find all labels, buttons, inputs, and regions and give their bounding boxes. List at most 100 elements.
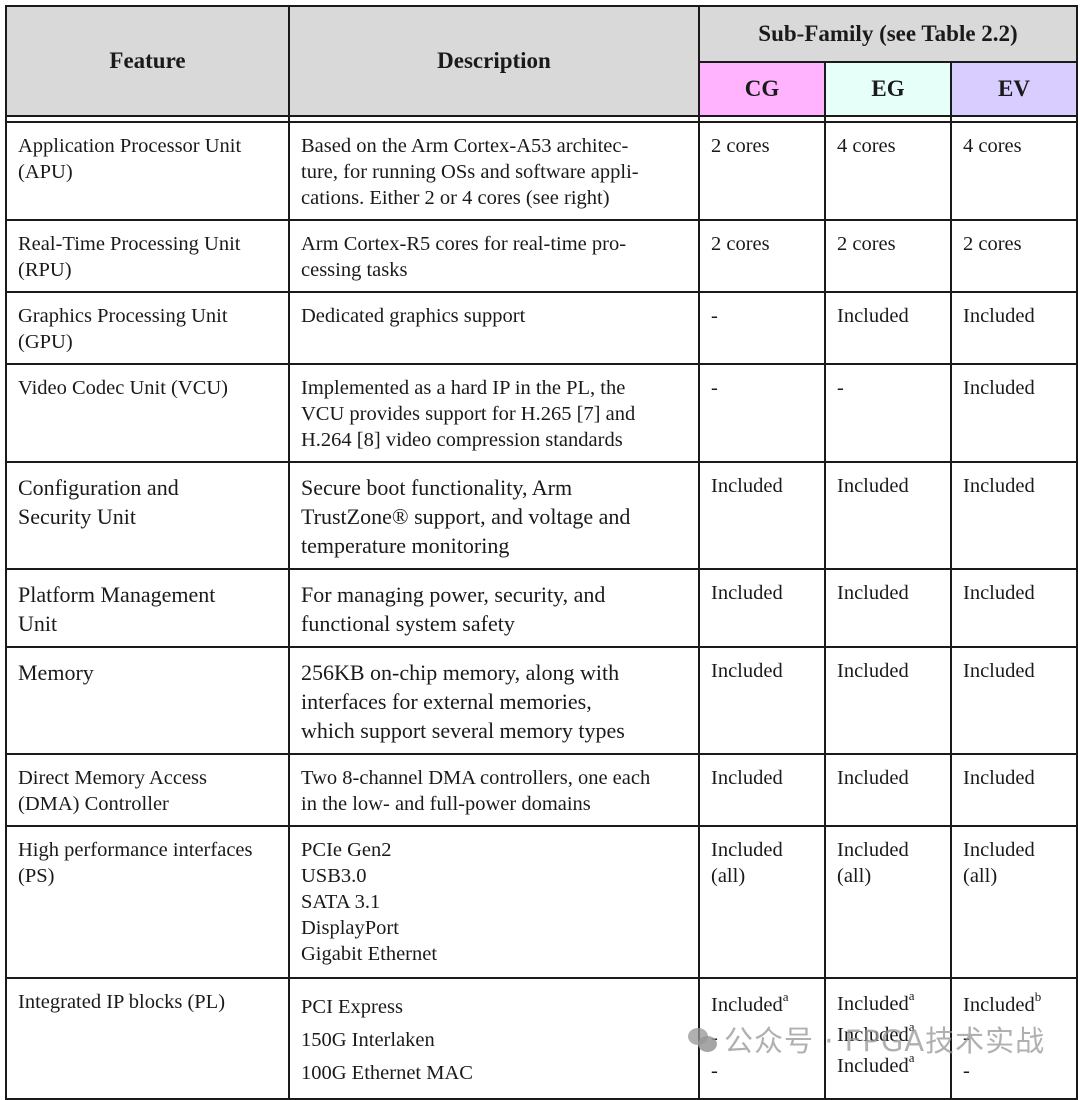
value-text: Included <box>837 660 909 682</box>
value-text: Included <box>963 660 1035 682</box>
description-cell: PCIe Gen2 USB3.0 SATA 3.1 DisplayPort Gigabi… <box>288 825 700 979</box>
value-cell-cg: - <box>698 291 826 365</box>
description-line: PCI Express <box>301 996 403 1018</box>
feature-cell: Configuration and Security Unit <box>5 461 290 570</box>
value-cell-ev: Included <box>949 753 1079 827</box>
value-text: Included <box>837 475 909 497</box>
feature-line: Platform Management <box>18 582 216 607</box>
feature-line: (DMA) Controller <box>18 793 169 815</box>
value-text: 2 cores <box>711 135 770 157</box>
value-text: Included <box>711 475 783 497</box>
table-row: Application Processor Unit (APU) Based on … <box>5 121 1079 221</box>
header-ev: EV <box>949 61 1079 117</box>
feature-cell: Application Processor Unit (APU) <box>5 121 290 221</box>
feature-table: Feature Description Sub-Family (see Tabl… <box>5 5 1079 1100</box>
value-text: 4 cores <box>837 135 896 157</box>
value-cell-eg: Included <box>824 461 952 570</box>
description-cell: Based on the Arm Cortex-A53 architec-tur… <box>288 121 700 221</box>
feature-cell: Memory <box>5 646 290 755</box>
feature-line: Application Processor Unit <box>18 135 242 157</box>
value-text: 2 cores <box>837 233 896 255</box>
description-cell: Implemented as a hard IP in the PL, the V… <box>288 363 700 463</box>
feature-line: (PS) <box>18 865 55 887</box>
description-line: For managing power, security, and <box>301 582 606 607</box>
description-line: 256KB on-chip memory, along with <box>301 660 620 685</box>
value-cell-cg: - <box>698 363 826 463</box>
table-row: Graphics Processing Unit (GPU) Dedicated g… <box>5 291 1079 365</box>
value-line: (all) <box>711 865 746 887</box>
value-text: - <box>963 1060 970 1082</box>
description-line: PCIe Gen2 <box>301 839 392 861</box>
value-text: - <box>711 377 718 399</box>
table-row: High performance interfaces (PS) PCIe Gen2… <box>5 825 1079 979</box>
table-row: Real-Time Processing Unit (RPU) Arm Cortex… <box>5 219 1079 293</box>
table-row: Configuration and Security Unit Secure boo… <box>5 461 1079 570</box>
description-line: SATA 3.1 <box>301 891 381 913</box>
value-text: Included <box>963 582 1035 604</box>
description-line: Two 8-channel DMA controllers, one each <box>301 767 651 789</box>
value-line: (all) <box>837 865 872 887</box>
table-row: Video Codec Unit (VCU) Implemented as a h… <box>5 363 1079 463</box>
value-text: Included <box>837 582 909 604</box>
value-text: - <box>711 305 718 327</box>
description-cell: Arm Cortex-R5 cores for real-time pro-ce… <box>288 219 700 293</box>
feature-line: High performance interfaces <box>18 839 253 861</box>
value-text: - <box>837 377 844 399</box>
value-text: Included <box>711 994 783 1016</box>
feature-cell: Video Codec Unit (VCU) <box>5 363 290 463</box>
value-line: Included <box>711 839 783 861</box>
table-body: Application Processor Unit (APU) Based on … <box>5 121 1079 1100</box>
description-cell: For managing power, security, and functio… <box>288 568 700 648</box>
description-cell: 256KB on-chip memory, along with interfac… <box>288 646 700 755</box>
value-cell-cg: Included (all) <box>698 825 826 979</box>
value-cell-ev: Included <box>949 646 1079 755</box>
feature-line: (RPU) <box>18 259 72 281</box>
description-cell: Two 8-channel DMA controllers, one each i… <box>288 753 700 827</box>
value-text: Included <box>711 582 783 604</box>
feature-line: Security Unit <box>18 504 136 529</box>
value-text: Included <box>963 377 1035 399</box>
value-text: 2 cores <box>711 233 770 255</box>
description-line: USB3.0 <box>301 865 367 887</box>
wechat-icon <box>688 1028 718 1054</box>
description-line: which support several memory types <box>301 718 625 743</box>
value-text: 4 cores <box>963 135 1022 157</box>
description-line: Gigabit Ethernet <box>301 943 438 965</box>
description-cell: Dedicated graphics support <box>288 291 700 365</box>
feature-line: (GPU) <box>18 331 73 353</box>
value-text: Included <box>837 767 909 789</box>
description-line: Based on the Arm Cortex-A53 architec- <box>301 135 629 157</box>
feature-line: Graphics Processing Unit <box>18 305 228 327</box>
description-line: 150G Interlaken <box>301 1029 435 1051</box>
header-eg: EG <box>824 61 952 117</box>
value-cell-cg: Included <box>698 753 826 827</box>
value-text: Included <box>963 767 1035 789</box>
description-line: 100G Ethernet MAC <box>301 1062 473 1084</box>
value-cell-ev: Included <box>949 291 1079 365</box>
description-line: cations. Either 2 or 4 cores (see right) <box>301 187 610 209</box>
value-cell-cg: 2 cores <box>698 219 826 293</box>
description-line: Dedicated graphics support <box>301 305 526 327</box>
description-line: TrustZone® support, and voltage and <box>301 504 631 529</box>
feature-line: Memory <box>18 660 94 685</box>
footnote-marker: a <box>908 988 915 1004</box>
description-line: Secure boot functionality, Arm <box>301 475 573 500</box>
value-text: Included <box>711 767 783 789</box>
value-text: Included <box>837 993 909 1015</box>
table-row: Platform Management Unit For managing powe… <box>5 568 1079 648</box>
footnote-marker: b <box>1034 989 1042 1005</box>
footnote-marker: a <box>782 989 789 1005</box>
value-cell-eg: Included (all) <box>824 825 952 979</box>
description-line: ture, for running OSs and software appli… <box>301 161 639 183</box>
description-cell: Secure boot functionality, Arm TrustZone®… <box>288 461 700 570</box>
value-cell-ev: Included <box>949 568 1079 648</box>
value-cell-ev: 2 cores <box>949 219 1079 293</box>
feature-cell: Integrated IP blocks (PL) <box>5 977 290 1100</box>
value-cell-eg: Included <box>824 753 952 827</box>
feature-line: Unit <box>18 611 58 636</box>
feature-cell: Direct Memory Access (DMA) Controller <box>5 753 290 827</box>
description-line: VCU provides support for H.265 [7] and <box>301 403 636 425</box>
value-cell-ev: 4 cores <box>949 121 1079 221</box>
description-line: cessing tasks <box>301 259 408 281</box>
value-line: Included <box>963 839 1035 861</box>
